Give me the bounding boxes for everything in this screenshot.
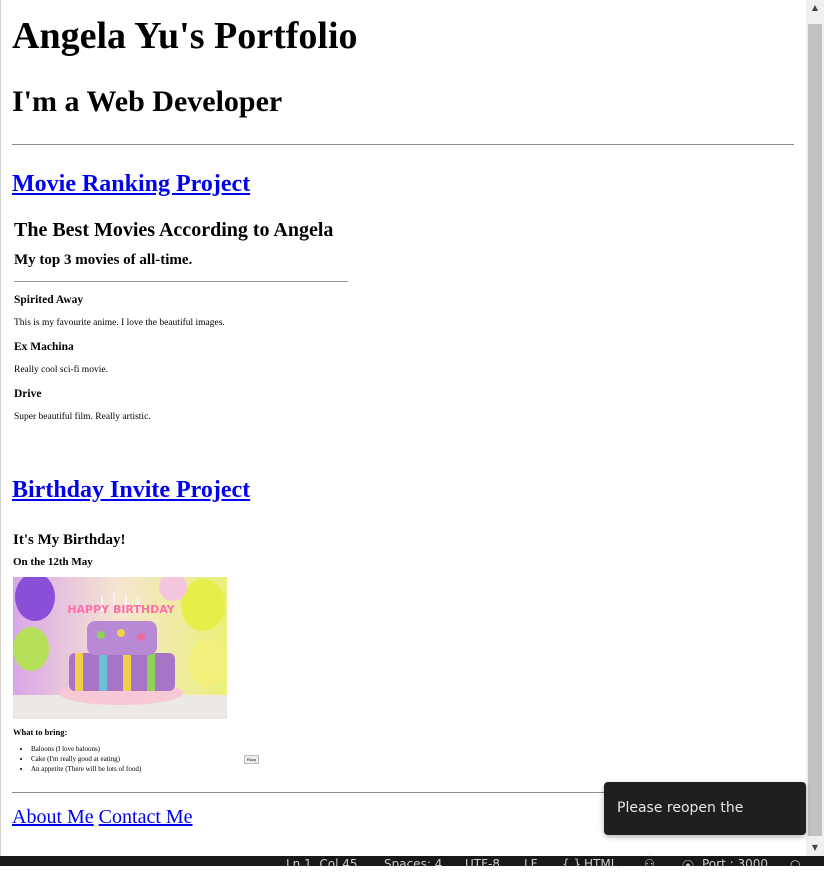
birthday-project-preview: It's My Birthday! On the 12th May HAPPY … <box>12 531 259 774</box>
notifications-bell-icon[interactable]: ○ <box>790 857 800 866</box>
movie-title: Drive <box>14 388 42 400</box>
movie-title: Ex Machina <box>14 341 74 353</box>
birthday-preview-date: On the 12th May <box>13 556 93 568</box>
eol-setting[interactable]: LF <box>524 857 538 866</box>
movie-description: This is my favourite anime. I love the b… <box>14 318 225 328</box>
bring-list: Baloons (I love baloons) Cake (I'm reall… <box>13 744 253 774</box>
movie-preview-subheading: My top 3 movies of all-time. <box>14 252 193 268</box>
indentation-setting[interactable]: Spaces: 4 <box>384 857 442 866</box>
movie-description: Really cool sci-fi movie. <box>14 365 108 375</box>
movie-project-link[interactable]: Movie Ranking Project <box>12 171 250 197</box>
preview-viewport: Angela Yu's Portfolio I'm a Web Develope… <box>0 0 806 856</box>
about-me-link[interactable]: About Me <box>12 806 94 828</box>
list-item: Cake (I'm really good at eating) <box>31 754 253 764</box>
movie-title: Spirited Away <box>14 294 84 306</box>
cake-topper-text: HAPPY BIRTHDAY <box>67 603 175 616</box>
vertical-scrollbar[interactable]: ▲ ▼ <box>806 0 824 856</box>
scroll-down-arrow-icon[interactable]: ▼ <box>806 840 824 856</box>
list-item: Baloons (I love baloons) <box>31 744 253 754</box>
movie-project-preview: The Best Movies According to Angela My t… <box>12 217 350 423</box>
live-server-port[interactable]: Port : 3000 <box>702 857 768 866</box>
page-content: Angela Yu's Portfolio I'm a Web Develope… <box>1 14 806 829</box>
rsvp-button[interactable]: Rsvp <box>243 755 259 764</box>
birthday-project-link[interactable]: Birthday Invite Project <box>12 477 250 503</box>
contact-me-link[interactable]: Contact Me <box>99 806 193 828</box>
birthday-project-heading: Birthday Invite Project <box>12 475 794 505</box>
cursor-position[interactable]: Ln 1, Col 45 <box>286 857 358 866</box>
movie-preview-heading: The Best Movies According to Angela <box>14 219 334 241</box>
list-item: An appetite (There will be lots of food) <box>31 764 253 774</box>
scroll-thumb[interactable] <box>808 24 822 836</box>
movie-preview-divider <box>14 281 348 282</box>
page-title: Angela Yu's Portfolio <box>12 15 358 57</box>
braces-icon: { } <box>562 857 582 866</box>
birthday-preview-heading: It's My Birthday! <box>13 532 126 548</box>
encoding-setting[interactable]: UTF-8 <box>465 857 500 866</box>
birthday-bring-heading: What to bring: <box>13 727 68 737</box>
movie-description: Super beautiful film. Really artistic. <box>14 412 151 422</box>
divider <box>12 144 794 145</box>
language-mode[interactable]: HTML <box>584 857 617 866</box>
birthday-cake-image: HAPPY BIRTHDAY <box>13 577 227 719</box>
page-subtitle: I'm a Web Developer <box>12 85 283 118</box>
movie-project-heading: Movie Ranking Project <box>12 169 794 199</box>
copilot-icon[interactable]: ⚇ <box>644 857 655 866</box>
status-bar: Ln 1, Col 45 Spaces: 4 UTF-8 LF { } HTML… <box>0 856 824 866</box>
broadcast-icon: ⦿ <box>682 859 695 866</box>
scroll-up-arrow-icon[interactable]: ▲ <box>806 0 824 16</box>
notification-toast: Please reopen the preview. <box>604 782 806 869</box>
